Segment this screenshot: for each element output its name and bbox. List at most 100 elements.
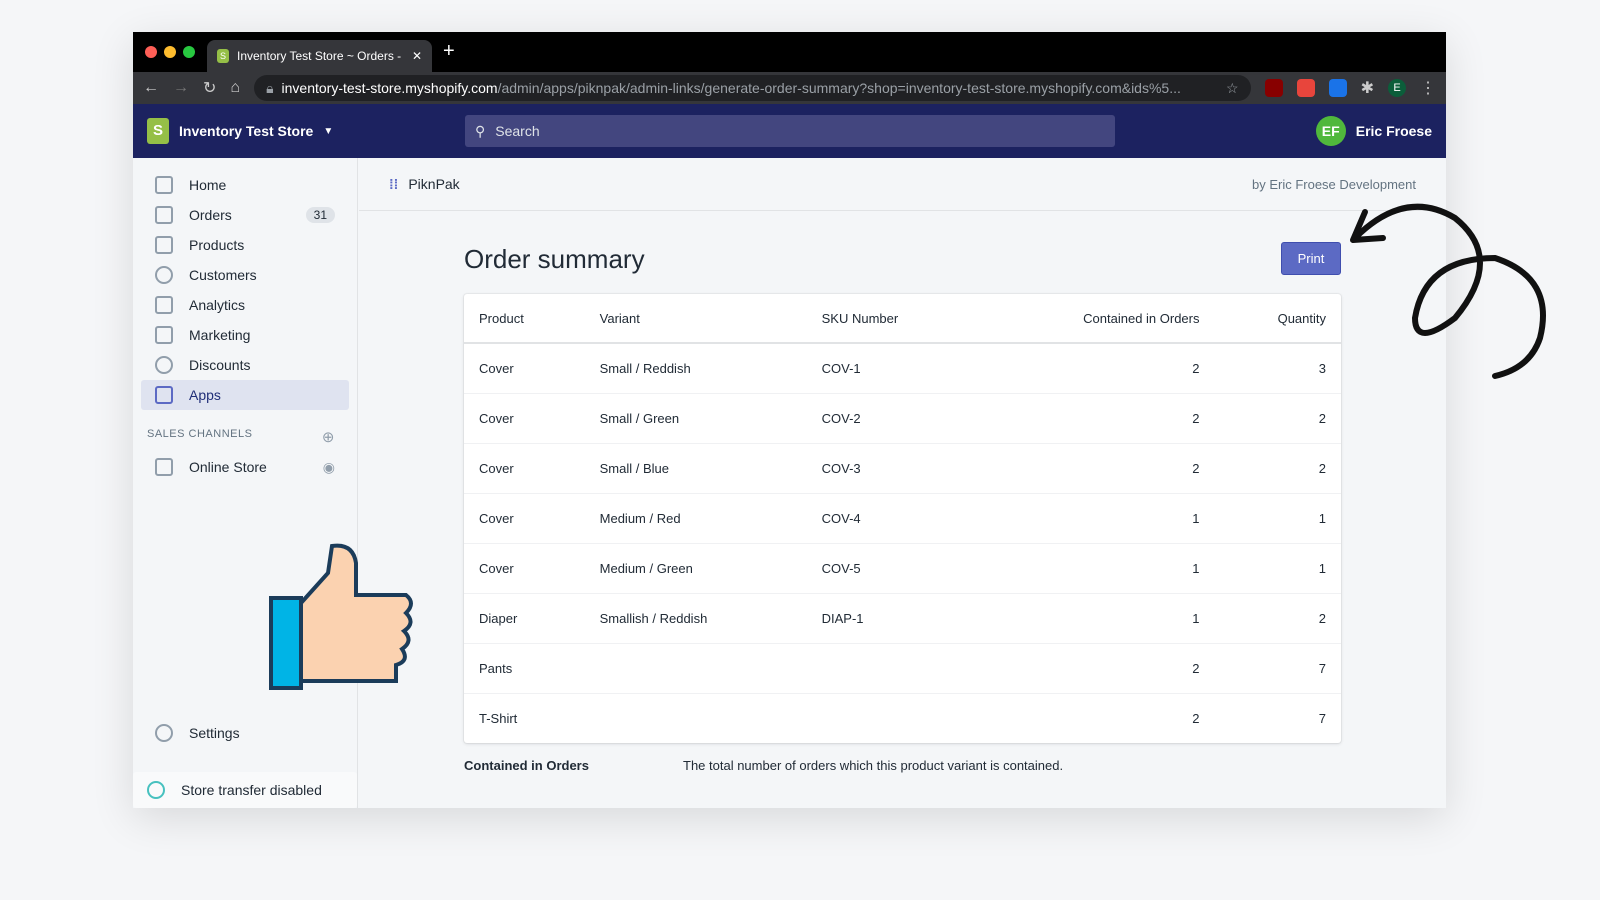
table-cell: Cover <box>464 492 585 543</box>
bookmark-star-icon[interactable]: ☆ <box>1226 80 1239 97</box>
label: Marketing <box>189 327 251 343</box>
table-cell: 1 <box>978 542 1215 593</box>
table-cell: Small / Blue <box>584 442 807 493</box>
label: Customers <box>189 267 257 283</box>
footnote: Contained in Orders The total number of … <box>464 758 1063 773</box>
store-switcher[interactable]: S Inventory Test Store ▼ <box>147 118 465 144</box>
table-row: Pants 2 7 <box>464 642 1341 693</box>
home-icon <box>155 176 173 194</box>
person-icon <box>155 266 173 284</box>
column-header: Contained in Orders <box>978 294 1215 344</box>
label: Store transfer disabled <box>181 782 322 798</box>
table-cell: Medium / Red <box>584 492 807 543</box>
add-channel-icon[interactable]: ⊕ <box>322 428 335 446</box>
shopify-logo-icon: S <box>147 118 169 144</box>
print-button[interactable]: Print <box>1281 242 1341 275</box>
tab-title: Inventory Test Store ~ Orders - <box>237 49 402 63</box>
store-name: Inventory Test Store <box>179 123 314 139</box>
extensions-puzzle-icon[interactable]: ✱ <box>1361 78 1374 98</box>
sidebar-item-online-store[interactable]: Online Store ◉ <box>141 452 349 482</box>
eye-icon[interactable]: ◉ <box>323 459 335 476</box>
table-cell: 2 <box>1214 392 1341 443</box>
back-icon[interactable]: ← <box>143 79 159 97</box>
label: Settings <box>189 725 240 741</box>
sidebar-item-marketing[interactable]: Marketing <box>141 320 349 350</box>
store-icon <box>155 458 173 476</box>
table-cell: 2 <box>978 442 1215 493</box>
table-cell: DIAP-1 <box>806 592 979 643</box>
user-name: Eric Froese <box>1355 123 1432 139</box>
sidebar-item-settings[interactable]: Settings <box>141 718 349 748</box>
tab-bar: S Inventory Test Store ~ Orders - ✕ + <box>133 32 1446 72</box>
table-cell: 2 <box>978 692 1215 743</box>
column-header: Quantity <box>1214 294 1341 344</box>
label: Apps <box>189 387 221 403</box>
close-window-button[interactable] <box>145 46 157 58</box>
table-cell <box>584 642 807 693</box>
user-menu[interactable]: EF Eric Froese <box>1315 116 1432 146</box>
info-icon <box>147 781 165 799</box>
bar-chart-icon <box>155 296 173 314</box>
search-input[interactable]: ⚲ Search <box>465 115 1115 147</box>
home-icon[interactable]: ⌂ <box>230 79 240 97</box>
url-field[interactable]: 🔒︎ inventory-test-store.myshopify.com/ad… <box>254 75 1251 101</box>
table-row: Cover Medium / Green COV-5 1 1 <box>464 542 1341 593</box>
column-header: Product <box>464 294 585 344</box>
table-cell: 2 <box>978 392 1215 443</box>
table-cell: COV-4 <box>806 492 979 543</box>
main-content: ⁞⁞ PiknPak by Eric Froese Development Or… <box>359 158 1446 808</box>
sidebar-item-home[interactable]: Home <box>141 170 349 200</box>
table-cell: Diaper <box>464 592 585 643</box>
sidebar-item-apps[interactable]: Apps <box>141 380 349 410</box>
address-bar-row: ← → ↻ ⌂ 🔒︎ inventory-test-store.myshopif… <box>133 72 1446 104</box>
sidebar-item-customers[interactable]: Customers <box>141 260 349 290</box>
sidebar-item-discounts[interactable]: Discounts <box>141 350 349 380</box>
table-cell: 2 <box>978 642 1215 693</box>
table-row: Cover Small / Reddish COV-1 2 3 <box>464 342 1341 393</box>
reload-icon[interactable]: ↻ <box>203 78 216 98</box>
thumbs-up-illustration <box>269 543 413 690</box>
table-cell: T-Shirt <box>464 692 585 743</box>
sidebar-item-orders[interactable]: Orders 31 <box>141 200 349 230</box>
table-cell: 2 <box>1214 592 1341 643</box>
ublock-extension-icon[interactable] <box>1264 79 1283 97</box>
minimize-window-button[interactable] <box>164 46 176 58</box>
new-tab-button[interactable]: + <box>443 40 455 63</box>
column-header: Variant <box>584 294 807 344</box>
url-host: inventory-test-store.myshopify.com <box>281 80 498 96</box>
sidebar-item-analytics[interactable]: Analytics <box>141 290 349 320</box>
table-cell: 3 <box>1214 342 1341 393</box>
table-cell: Small / Reddish <box>584 342 807 393</box>
close-tab-icon[interactable]: ✕ <box>412 49 422 63</box>
store-transfer-status: Store transfer disabled <box>133 772 357 808</box>
gear-icon <box>155 724 173 742</box>
menu-kebab-icon[interactable]: ⋮ <box>1420 78 1436 98</box>
table-cell: 2 <box>1214 442 1341 493</box>
forward-icon[interactable]: → <box>173 79 189 97</box>
sidebar-item-products[interactable]: Products <box>141 230 349 260</box>
table-cell: Cover <box>464 542 585 593</box>
browser-tab[interactable]: S Inventory Test Store ~ Orders - ✕ <box>207 40 432 72</box>
maximize-window-button[interactable] <box>183 46 195 58</box>
table-row: Diaper Smallish / Reddish DIAP-1 1 2 <box>464 592 1341 643</box>
table-cell <box>806 642 979 693</box>
order-summary-table: Product Variant SKU Number Contained in Ord… <box>464 294 1341 743</box>
table-cell <box>584 692 807 743</box>
profile-avatar[interactable]: E <box>1388 79 1406 97</box>
sidebar: Home Orders 31 Products Customers Analyti… <box>133 158 358 808</box>
lock-icon: 🔒︎ <box>266 79 274 96</box>
column-header: SKU Number <box>806 294 979 344</box>
footnote-term: Contained in Orders <box>464 758 589 773</box>
apps-icon <box>155 386 173 404</box>
extension-e-icon[interactable] <box>1296 79 1315 97</box>
app-name: PiknPak <box>408 176 460 192</box>
table-cell: 1 <box>1214 542 1341 593</box>
table-cell: Small / Green <box>584 392 807 443</box>
shopify-favicon-icon: S <box>217 49 229 63</box>
search-placeholder: Search <box>495 123 540 139</box>
label: Online Store <box>189 459 267 475</box>
extension-blue-icon[interactable] <box>1328 79 1347 97</box>
curved-arrow-doodle <box>1350 203 1546 379</box>
table-cell: Medium / Green <box>584 542 807 593</box>
label: Products <box>189 237 245 253</box>
